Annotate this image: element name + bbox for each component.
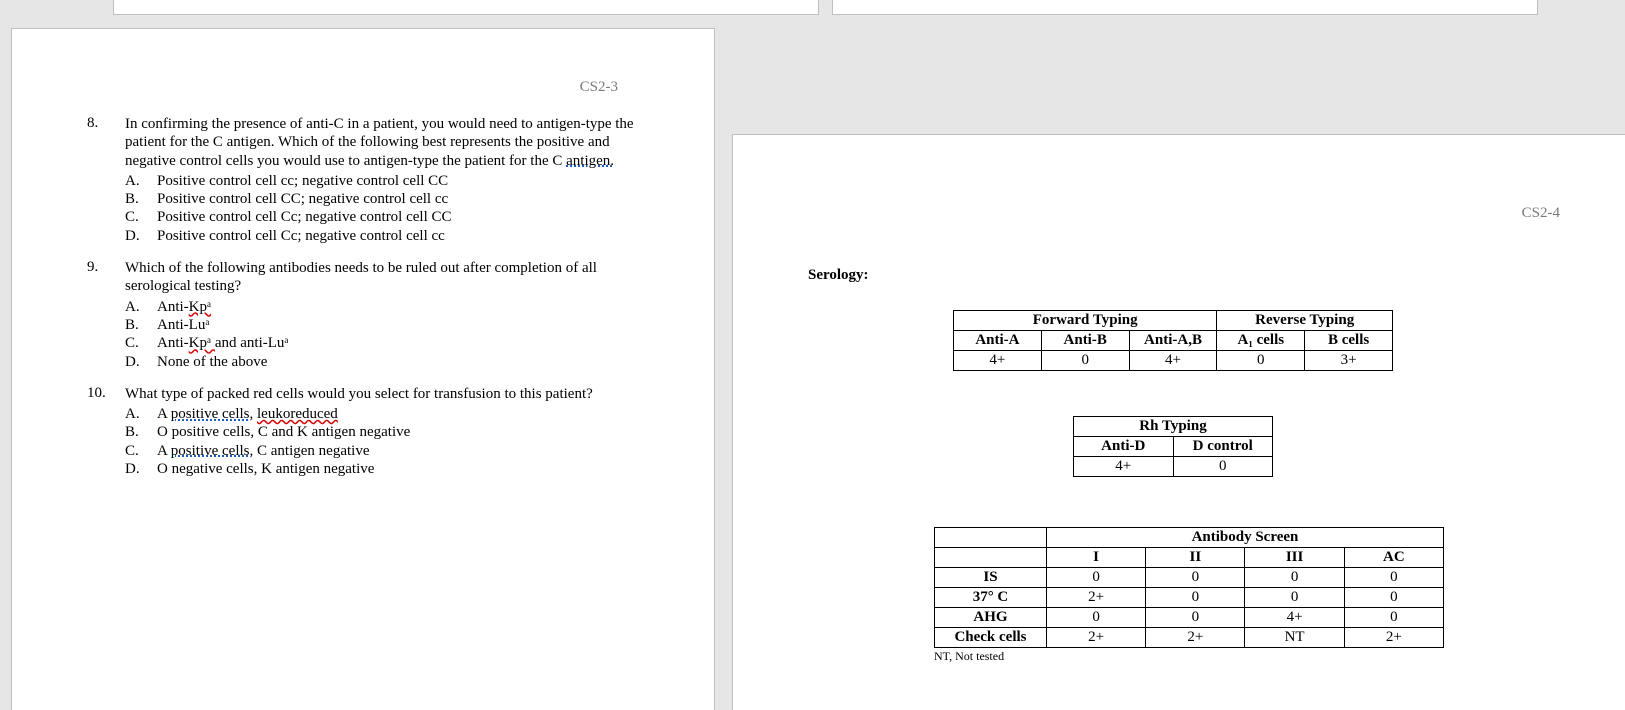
- grammar-mark: positive cells: [171, 443, 250, 459]
- page-edge-top-left: [113, 0, 819, 15]
- question-10: 10. What type of packed red cells would …: [87, 385, 662, 478]
- table-row: 4+ 0 4+ 0 3+: [954, 351, 1393, 371]
- options: A.Anti-Kpᵃ B.Anti-Luᵃ C.Anti-Kpᵃ and ant…: [125, 298, 662, 371]
- question-body: What type of packed red cells would you …: [125, 385, 662, 478]
- option-b: B.O positive cells, C and K antigen nega…: [125, 423, 662, 441]
- table-row: 37° C 2+ 0 0 0: [935, 588, 1444, 608]
- group-header-reverse: Reverse Typing: [1217, 311, 1393, 331]
- grammar-mark: antigen.: [566, 153, 614, 169]
- question-text: In confirming the presence of anti-C in …: [125, 115, 662, 170]
- question-number: 10.: [87, 385, 125, 478]
- question-text: What type of packed red cells would you …: [125, 385, 662, 403]
- table-row: Antibody Screen: [935, 528, 1444, 548]
- table-row: Rh Typing: [1074, 417, 1273, 437]
- question-8: 8. In confirming the presence of anti-C …: [87, 115, 662, 245]
- page-header-left: CS2-3: [580, 79, 618, 96]
- options: A.A positive cells, leukoreduced B.O pos…: [125, 405, 662, 478]
- question-text: Which of the following antibodies needs …: [125, 259, 662, 296]
- question-9: 9. Which of the following antibodies nee…: [87, 259, 662, 371]
- table-row: Anti-D D control: [1074, 437, 1273, 457]
- option-d: D.Positive control cell Cc; negative con…: [125, 227, 662, 245]
- group-header-forward: Forward Typing: [954, 311, 1217, 331]
- document-viewport: CS2-3 8. In confirming the presence of a…: [0, 0, 1625, 710]
- option-a: A.Positive control cell cc; negative con…: [125, 172, 662, 190]
- option-b: B.Positive control cell CC; negative con…: [125, 190, 662, 208]
- table-row: IS 0 0 0 0: [935, 568, 1444, 588]
- option-d: D.O negative cells, K antigen negative: [125, 460, 662, 478]
- option-b: B.Anti-Luᵃ: [125, 316, 662, 334]
- forward-reverse-table: Forward Typing Reverse Typing Anti-A Ant…: [953, 310, 1393, 371]
- page-header-right: CS2-4: [1522, 205, 1560, 222]
- option-a: A.A positive cells, leukoreduced: [125, 405, 662, 423]
- option-a: A.Anti-Kpᵃ: [125, 298, 662, 316]
- option-d: D.None of the above: [125, 353, 662, 371]
- question-body: In confirming the presence of anti-C in …: [125, 115, 662, 245]
- grammar-mark: positive cells: [171, 406, 250, 422]
- spell-mark: Kpᵃ: [189, 299, 211, 315]
- serology-heading: Serology:: [808, 267, 1538, 284]
- antibody-screen-table: Antibody Screen I II III AC IS 0 0 0: [934, 527, 1444, 648]
- forward-reverse-table-block: Forward Typing Reverse Typing Anti-A Ant…: [808, 310, 1538, 371]
- option-c: C.Positive control cell Cc; negative con…: [125, 208, 662, 226]
- page-left[interactable]: CS2-3 8. In confirming the presence of a…: [11, 28, 715, 710]
- question-number: 8.: [87, 115, 125, 245]
- question-number: 9.: [87, 259, 125, 371]
- option-c: C.A positive cells, C antigen negative: [125, 442, 662, 460]
- option-c: C.Anti-Kpᵃ and anti-Luᵃ: [125, 334, 662, 352]
- antibody-screen-block: Antibody Screen I II III AC IS 0 0 0: [934, 527, 1444, 664]
- page-right[interactable]: CS2-4 Serology: Forward Typing Reverse T…: [732, 134, 1625, 710]
- page-right-content[interactable]: Serology: Forward Typing Reverse Typing …: [808, 267, 1538, 664]
- rh-table: Rh Typing Anti-D D control 4+ 0: [1073, 416, 1273, 477]
- table-row: Anti-A Anti-B Anti-A,B A₁ cells B cells: [954, 331, 1393, 351]
- spell-mark: leukoreduced: [257, 406, 338, 422]
- table-row: AHG 0 0 4+ 0: [935, 608, 1444, 628]
- table-row: 4+ 0: [1074, 457, 1273, 477]
- rh-table-block: Rh Typing Anti-D D control 4+ 0: [808, 416, 1538, 477]
- page-left-content[interactable]: 8. In confirming the presence of anti-C …: [87, 115, 662, 492]
- question-body: Which of the following antibodies needs …: [125, 259, 662, 371]
- table-row: Check cells 2+ 2+ NT 2+: [935, 628, 1444, 648]
- options: A.Positive control cell cc; negative con…: [125, 172, 662, 245]
- page-edge-top-right: [832, 0, 1538, 15]
- table-row: Forward Typing Reverse Typing: [954, 311, 1393, 331]
- table-row: I II III AC: [935, 548, 1444, 568]
- table-footnote: NT, Not tested: [934, 649, 1444, 664]
- spell-mark: Kpᵃ: [189, 335, 215, 351]
